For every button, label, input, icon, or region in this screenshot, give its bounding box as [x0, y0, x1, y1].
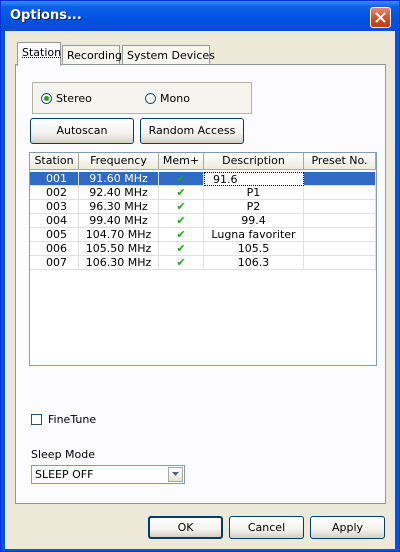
cell-frequency: 91.60 MHz [79, 172, 159, 186]
sleep-mode-value: SLEEP OFF [35, 468, 94, 481]
checkmark-icon: ✔ [176, 242, 186, 255]
tab-station[interactable]: Station [17, 42, 61, 66]
chevron-down-icon [172, 472, 179, 476]
cancel-button[interactable]: Cancel [229, 516, 304, 539]
cell-mem: ✔ [159, 186, 204, 200]
cell-frequency: 106.30 MHz [79, 256, 159, 270]
checkmark-icon: ✔ [176, 256, 186, 269]
cell-station: 007 [30, 256, 79, 270]
stereo-label: Stereo [56, 92, 92, 105]
checkmark-icon: ✔ [176, 214, 186, 227]
ok-button[interactable]: OK [148, 516, 223, 539]
cell-frequency: 104.70 MHz [79, 228, 159, 242]
cell-mem: ✔ [159, 228, 204, 242]
cell-station: 005 [30, 228, 79, 242]
station-row[interactable]: 006 105.50 MHz ✔ 105.5 [30, 242, 376, 256]
sleep-mode-label: Sleep Mode [31, 448, 96, 461]
checkmark-icon: ✔ [176, 228, 186, 241]
station-tab-panel: Stereo Mono Autoscan Random Access Stati… [15, 64, 386, 504]
window-title: Options... [10, 8, 82, 23]
cell-description: 91.6 [204, 172, 304, 186]
cell-description: P1 [204, 186, 304, 200]
mono-label: Mono [160, 92, 190, 105]
tab-system-devices[interactable]: System Devices [122, 45, 215, 65]
checkmark-icon: ✔ [176, 172, 186, 185]
cell-mem: ✔ [159, 172, 204, 186]
station-list-header: Station Frequency Mem+ Description Prese… [30, 153, 376, 170]
checkmark-icon: ✔ [176, 186, 186, 199]
column-header-description[interactable]: Description [204, 153, 304, 170]
cell-frequency: 96.30 MHz [79, 200, 159, 214]
column-header-frequency[interactable]: Frequency [79, 153, 159, 170]
cell-station: 002 [30, 186, 79, 200]
sleep-mode-select[interactable]: SLEEP OFF [31, 465, 185, 484]
stereo-radio[interactable]: Stereo [41, 92, 92, 105]
cell-frequency: 105.50 MHz [79, 242, 159, 256]
apply-button[interactable]: Apply [310, 516, 385, 539]
mono-radio[interactable]: Mono [145, 92, 190, 105]
checkbox-box[interactable] [31, 414, 42, 425]
cell-description: Lugna favoriter [204, 228, 304, 242]
station-row[interactable]: 003 96.30 MHz ✔ P2 [30, 200, 376, 214]
cell-preset [304, 256, 376, 270]
cell-mem: ✔ [159, 214, 204, 228]
station-row[interactable]: 002 92.40 MHz ✔ P1 [30, 186, 376, 200]
cell-description: 105.5 [204, 242, 304, 256]
column-header-station[interactable]: Station [30, 153, 79, 170]
radio-empty-icon [145, 93, 156, 104]
finetune-label: FineTune [48, 413, 97, 426]
cell-frequency: 99.40 MHz [79, 214, 159, 228]
cell-description: 99.4 [204, 214, 304, 228]
cell-description: P2 [204, 200, 304, 214]
column-header-preset[interactable]: Preset No. [304, 153, 376, 170]
cell-preset [304, 186, 376, 200]
random-access-button[interactable]: Random Access [140, 118, 244, 144]
cell-mem: ✔ [159, 242, 204, 256]
cell-station: 003 [30, 200, 79, 214]
finetune-checkbox[interactable]: FineTune [31, 413, 96, 426]
cell-mem: ✔ [159, 256, 204, 270]
station-row[interactable]: 005 104.70 MHz ✔ Lugna favoriter [30, 228, 376, 242]
column-header-mem[interactable]: Mem+ [159, 153, 204, 170]
cell-preset [304, 228, 376, 242]
cell-mem: ✔ [159, 200, 204, 214]
station-list[interactable]: Station Frequency Mem+ Description Prese… [29, 152, 377, 366]
audio-mode-group: Stereo Mono [32, 82, 252, 114]
cell-station: 001 [30, 172, 79, 186]
station-row[interactable]: 001 91.60 MHz ✔ 91.6 [30, 172, 376, 186]
cell-preset [304, 242, 376, 256]
dropdown-arrow-button[interactable] [168, 467, 183, 482]
title-bar[interactable]: Options... [1, 1, 399, 31]
cell-frequency: 92.40 MHz [79, 186, 159, 200]
close-icon [375, 12, 386, 23]
cell-preset [304, 200, 376, 214]
cell-preset [304, 172, 376, 186]
cell-station: 004 [30, 214, 79, 228]
cell-description: 106.3 [204, 256, 304, 270]
dialog-body: Station Recording System Devices Stereo … [5, 31, 395, 549]
tab-recording[interactable]: Recording [62, 45, 122, 65]
close-button[interactable] [370, 7, 391, 28]
cell-station: 006 [30, 242, 79, 256]
radio-selected-icon [41, 93, 52, 104]
cell-preset [304, 214, 376, 228]
options-dialog: Options... Station Recording System Devi… [0, 0, 400, 552]
autoscan-button[interactable]: Autoscan [30, 118, 134, 144]
checkmark-icon: ✔ [176, 200, 186, 213]
station-row[interactable]: 007 106.30 MHz ✔ 106.3 [30, 256, 376, 270]
station-row[interactable]: 004 99.40 MHz ✔ 99.4 [30, 214, 376, 228]
